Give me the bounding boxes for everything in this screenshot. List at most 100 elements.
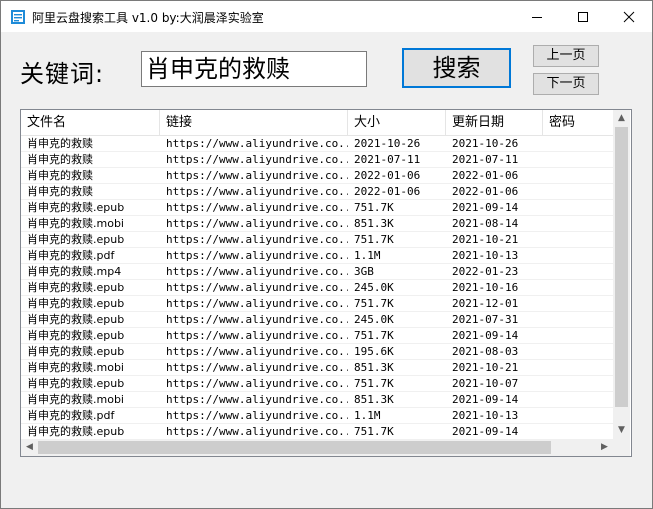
cell-password xyxy=(543,296,619,312)
table-row[interactable]: 肖申克的救赎.mobi https://www.aliyundrive.co...… xyxy=(21,360,619,376)
cell-password xyxy=(543,168,619,184)
table-row[interactable]: 肖申克的救赎 https://www.aliyundrive.co... 2021-… xyxy=(21,152,619,168)
cell-filename: 肖申克的救赎.epub xyxy=(27,201,125,214)
cell-date: 2021-10-07 xyxy=(452,377,519,390)
cell-password xyxy=(543,408,619,424)
table-row[interactable]: 肖申克的救赎.epub https://www.aliyundrive.co...… xyxy=(21,328,619,344)
next-page-button[interactable]: 下一页 xyxy=(533,73,599,95)
cell-filename: 肖申克的救赎 xyxy=(27,153,93,166)
cell-link: https://www.aliyundrive.co... xyxy=(166,361,348,374)
cell-link: https://www.aliyundrive.co... xyxy=(166,153,348,166)
cell-link: https://www.aliyundrive.co... xyxy=(166,265,348,278)
app-icon xyxy=(11,10,25,24)
cell-password xyxy=(543,232,619,248)
cell-size: 2022-01-06 xyxy=(354,185,421,198)
cell-date: 2021-08-03 xyxy=(452,345,519,358)
table-row[interactable]: 肖申克的救赎.epub https://www.aliyundrive.co...… xyxy=(21,200,619,216)
cell-link: https://www.aliyundrive.co... xyxy=(166,329,348,342)
cell-link: https://www.aliyundrive.co... xyxy=(166,201,348,214)
column-header-password[interactable]: 密码 xyxy=(543,110,619,135)
cell-password xyxy=(543,136,619,152)
cell-filename: 肖申克的救赎.mp4 xyxy=(27,265,122,278)
cell-filename: 肖申克的救赎 xyxy=(27,169,93,182)
table-row[interactable]: 肖申克的救赎.mp4 https://www.aliyundrive.co... 3… xyxy=(21,264,619,280)
horizontal-scrollbar[interactable]: ◀ ▶ xyxy=(21,439,613,456)
maximize-button[interactable] xyxy=(560,1,606,32)
cell-size: 851.3K xyxy=(354,393,394,406)
cell-date: 2021-08-14 xyxy=(452,217,519,230)
cell-size: 2022-01-06 xyxy=(354,169,421,182)
cell-password xyxy=(543,392,619,408)
cell-size: 245.0K xyxy=(354,313,394,326)
maximize-icon xyxy=(578,12,588,22)
vertical-scrollbar[interactable]: ▲ ▼ xyxy=(613,110,630,439)
cell-filename: 肖申克的救赎.pdf xyxy=(27,249,115,262)
search-button[interactable]: 搜索 xyxy=(402,48,511,88)
table-row[interactable]: 肖申克的救赎.epub https://www.aliyundrive.co...… xyxy=(21,376,619,392)
cell-date: 2021-10-21 xyxy=(452,233,519,246)
table-row[interactable]: 肖申克的救赎.mobi https://www.aliyundrive.co...… xyxy=(21,392,619,408)
table-row[interactable]: 肖申克的救赎.pdf https://www.aliyundrive.co... 1… xyxy=(21,408,619,424)
list-header: 文件名 链接 大小 更新日期 密码 xyxy=(21,110,619,136)
keyword-label: 关键词: xyxy=(20,60,105,88)
scroll-corner xyxy=(613,439,630,456)
column-header-filename[interactable]: 文件名 xyxy=(21,110,160,135)
cell-link: https://www.aliyundrive.co... xyxy=(166,393,348,406)
cell-date: 2021-09-14 xyxy=(452,201,519,214)
cell-link: https://www.aliyundrive.co... xyxy=(166,137,348,150)
table-row[interactable]: 肖申克的救赎.epub https://www.aliyundrive.co...… xyxy=(21,232,619,248)
table-row[interactable]: 肖申克的救赎.epub https://www.aliyundrive.co...… xyxy=(21,424,619,440)
cell-date: 2021-10-26 xyxy=(452,137,519,150)
cell-password xyxy=(543,360,619,376)
cell-date: 2022-01-23 xyxy=(452,265,519,278)
cell-link: https://www.aliyundrive.co... xyxy=(166,425,348,438)
results-list[interactable]: 文件名 链接 大小 更新日期 密码 肖申克的救赎 https://www.aliy… xyxy=(20,109,632,457)
column-header-size[interactable]: 大小 xyxy=(348,110,446,135)
close-button[interactable] xyxy=(606,1,652,32)
cell-filename: 肖申克的救赎.epub xyxy=(27,377,125,390)
cell-password xyxy=(543,216,619,232)
prev-page-button[interactable]: 上一页 xyxy=(533,45,599,67)
title-bar[interactable]: 阿里云盘搜索工具 v1.0 by:大润晨泽实验室 xyxy=(1,1,652,32)
cell-filename: 肖申克的救赎.mobi xyxy=(27,393,124,406)
cell-link: https://www.aliyundrive.co... xyxy=(166,409,348,422)
cell-size: 2021-10-26 xyxy=(354,137,421,150)
table-row[interactable]: 肖申克的救赎 https://www.aliyundrive.co... 2022-… xyxy=(21,184,619,200)
cell-link: https://www.aliyundrive.co... xyxy=(166,297,348,310)
cell-filename: 肖申克的救赎.epub xyxy=(27,329,125,342)
table-row[interactable]: 肖申克的救赎.pdf https://www.aliyundrive.co... 1… xyxy=(21,248,619,264)
cell-date: 2021-10-21 xyxy=(452,361,519,374)
cell-link: https://www.aliyundrive.co... xyxy=(166,281,348,294)
table-row[interactable]: 肖申克的救赎 https://www.aliyundrive.co... 2022-… xyxy=(21,168,619,184)
cell-password xyxy=(543,376,619,392)
cell-password xyxy=(543,248,619,264)
cell-date: 2021-07-31 xyxy=(452,313,519,326)
cell-filename: 肖申克的救赎.epub xyxy=(27,297,125,310)
column-header-date[interactable]: 更新日期 xyxy=(446,110,543,135)
cell-filename: 肖申克的救赎.epub xyxy=(27,313,125,326)
cell-date: 2021-09-14 xyxy=(452,425,519,438)
cell-date: 2021-10-13 xyxy=(452,409,519,422)
minimize-icon xyxy=(532,17,542,18)
table-row[interactable]: 肖申克的救赎.epub https://www.aliyundrive.co...… xyxy=(21,280,619,296)
minimize-button[interactable] xyxy=(514,1,560,32)
scroll-left-icon[interactable]: ◀ xyxy=(21,439,38,456)
cell-filename: 肖申克的救赎.epub xyxy=(27,345,125,358)
cell-size: 2021-07-11 xyxy=(354,153,421,166)
table-row[interactable]: 肖申克的救赎.epub https://www.aliyundrive.co...… xyxy=(21,296,619,312)
cell-size: 751.7K xyxy=(354,377,394,390)
cell-link: https://www.aliyundrive.co... xyxy=(166,313,348,326)
horizontal-scroll-thumb[interactable] xyxy=(38,441,551,454)
scroll-up-icon[interactable]: ▲ xyxy=(613,110,630,127)
table-row[interactable]: 肖申克的救赎.epub https://www.aliyundrive.co...… xyxy=(21,312,619,328)
table-row[interactable]: 肖申克的救赎 https://www.aliyundrive.co... 2021-… xyxy=(21,136,619,152)
scroll-down-icon[interactable]: ▼ xyxy=(613,422,630,439)
table-row[interactable]: 肖申克的救赎.mobi https://www.aliyundrive.co...… xyxy=(21,216,619,232)
vertical-scroll-thumb[interactable] xyxy=(615,127,628,407)
table-row[interactable]: 肖申克的救赎.epub https://www.aliyundrive.co...… xyxy=(21,344,619,360)
scroll-right-icon[interactable]: ▶ xyxy=(596,439,613,456)
cell-date: 2021-09-14 xyxy=(452,329,519,342)
keyword-input[interactable]: 肖申克的救赎 xyxy=(141,51,367,87)
cell-size: 751.7K xyxy=(354,201,394,214)
column-header-link[interactable]: 链接 xyxy=(160,110,348,135)
